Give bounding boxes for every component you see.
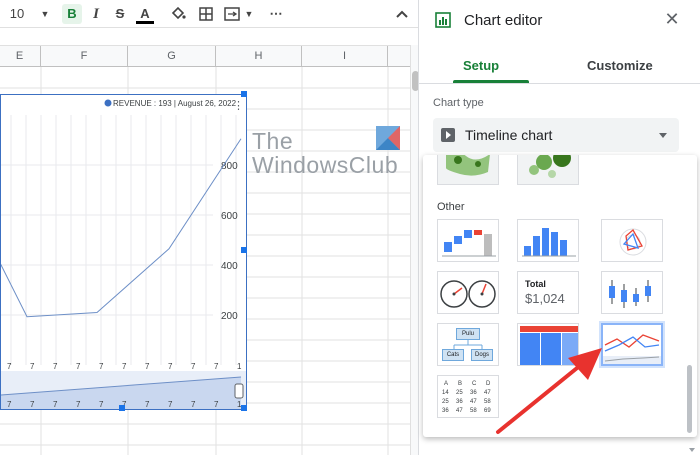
- section-label: Other: [437, 201, 465, 213]
- x-tick-label: 7: [214, 362, 219, 371]
- x-tick-label: 7: [53, 400, 58, 409]
- x-tick-label: 7: [99, 400, 104, 409]
- x-tick-label: 7: [30, 362, 35, 371]
- table-cell: 47: [456, 408, 463, 414]
- range-handle[interactable]: [234, 383, 244, 399]
- x-tick-label: 7: [7, 362, 12, 371]
- y-tick-label: 400: [221, 261, 238, 272]
- column-header[interactable]: E: [0, 46, 41, 67]
- tab-customize[interactable]: Customize: [587, 58, 653, 73]
- italic-button[interactable]: I: [88, 4, 104, 24]
- gauge-chart-option[interactable]: [437, 271, 499, 314]
- x-tick-label: 7: [76, 362, 81, 371]
- table-cell: A: [444, 381, 448, 387]
- chevron-down-icon[interactable]: ▼: [244, 4, 254, 24]
- candlestick-chart-option[interactable]: [601, 271, 663, 314]
- watermark-text: The: [252, 128, 294, 154]
- chart-plot: REVENUE : 193 | August 26, 2022 800 600 40…: [0, 99, 246, 409]
- y-tick-label: 600: [221, 211, 238, 222]
- tab-setup[interactable]: Setup: [463, 58, 499, 73]
- close-icon[interactable]: ✕: [662, 9, 682, 29]
- x-tick-label: 7: [99, 362, 104, 371]
- scorecard-chart-option[interactable]: Total $1,024: [517, 271, 579, 314]
- strikethrough-button[interactable]: S: [112, 4, 128, 24]
- merge-cells-icon[interactable]: [222, 4, 242, 24]
- chart-type-select[interactable]: Timeline chart: [433, 118, 679, 152]
- watermark-logo-icon: [376, 126, 400, 150]
- table-cell: 36: [456, 399, 463, 405]
- x-tick-label: 7: [168, 400, 173, 409]
- more-options-icon[interactable]: ⋯: [266, 4, 286, 24]
- annotation-arrow: [496, 348, 602, 434]
- toolbar: 10 ▼ B I S A ▼ ⋯: [0, 0, 418, 28]
- dropdown-arrow-icon: [659, 133, 667, 138]
- geo-chart-option[interactable]: [437, 155, 499, 185]
- x-tick-label: 7: [214, 400, 219, 409]
- table-cell: 36: [470, 390, 477, 396]
- fill-color-icon[interactable]: [168, 4, 188, 24]
- table-cell: C: [472, 381, 477, 387]
- y-tick-label: 200: [221, 311, 238, 322]
- x-tick-label: 7: [7, 400, 12, 409]
- geo-markers-option[interactable]: [517, 155, 579, 185]
- x-tick-label: 7: [30, 400, 35, 409]
- chart-type-label: Chart type: [433, 97, 484, 109]
- org-node: Cats: [442, 349, 464, 361]
- bold-button[interactable]: B: [62, 4, 82, 24]
- chart-type-value: Timeline chart: [465, 127, 553, 143]
- chart-legend: REVENUE : 193 | August 26, 2022: [113, 99, 237, 108]
- column-header[interactable]: I: [302, 46, 388, 67]
- timeline-chart-option[interactable]: [599, 321, 665, 368]
- watermark-text: WindowsClub: [252, 152, 399, 178]
- table-cell: 25: [442, 399, 449, 405]
- panel-title: Chart editor: [464, 12, 543, 29]
- scorecard-value: $1,024: [525, 291, 565, 306]
- x-tick-label: 7: [191, 362, 196, 371]
- x-tick-label: 7: [53, 362, 58, 371]
- table-cell: B: [458, 381, 462, 387]
- column-header[interactable]: H: [216, 46, 302, 67]
- borders-icon[interactable]: [196, 4, 216, 24]
- x-tick-label: 7: [168, 362, 173, 371]
- resize-handle[interactable]: [119, 405, 125, 411]
- radar-chart-option[interactable]: [601, 219, 663, 262]
- timeline-chart[interactable]: REVENUE : 193 | August 26, 2022 800 600 40…: [0, 91, 247, 411]
- resize-handle[interactable]: [241, 91, 247, 97]
- x-tick-label: 7: [145, 362, 150, 371]
- legend-marker: [104, 99, 112, 107]
- table-cell: 36: [442, 408, 449, 414]
- x-tick-label: 7: [145, 400, 150, 409]
- text-color-swatch: [136, 21, 154, 24]
- table-cell: 58: [470, 408, 477, 414]
- y-tick-label: 800: [221, 161, 238, 172]
- timeline-chart-icon: [441, 128, 455, 142]
- column-headers: E F G H I: [0, 45, 410, 67]
- chevron-up-icon[interactable]: [394, 4, 410, 24]
- resize-handle[interactable]: [241, 405, 247, 411]
- column-header[interactable]: F: [41, 46, 128, 67]
- chart-menu-icon[interactable]: ⋮: [233, 99, 244, 112]
- chart-icon: [435, 12, 451, 28]
- waterfall-chart-option[interactable]: [437, 219, 499, 262]
- table-cell: 47: [470, 399, 477, 405]
- chevron-down-icon[interactable]: ▼: [40, 4, 50, 24]
- divider: [419, 83, 700, 84]
- font-size-select[interactable]: 10: [6, 4, 28, 24]
- column-header[interactable]: G: [128, 46, 216, 67]
- scorecard-title: Total: [525, 279, 546, 289]
- scroll-down-icon[interactable]: [689, 440, 695, 452]
- x-tick-label: 7: [191, 400, 196, 409]
- x-tick-label: 1: [237, 362, 242, 371]
- table-cell: 25: [456, 390, 463, 396]
- histogram-chart-option[interactable]: [517, 219, 579, 262]
- resize-handle[interactable]: [241, 247, 247, 253]
- x-tick-label: 7: [76, 400, 81, 409]
- x-tick-label: 7: [122, 362, 127, 371]
- dropdown-scrollbar[interactable]: [687, 365, 692, 433]
- table-cell: 14: [442, 390, 449, 396]
